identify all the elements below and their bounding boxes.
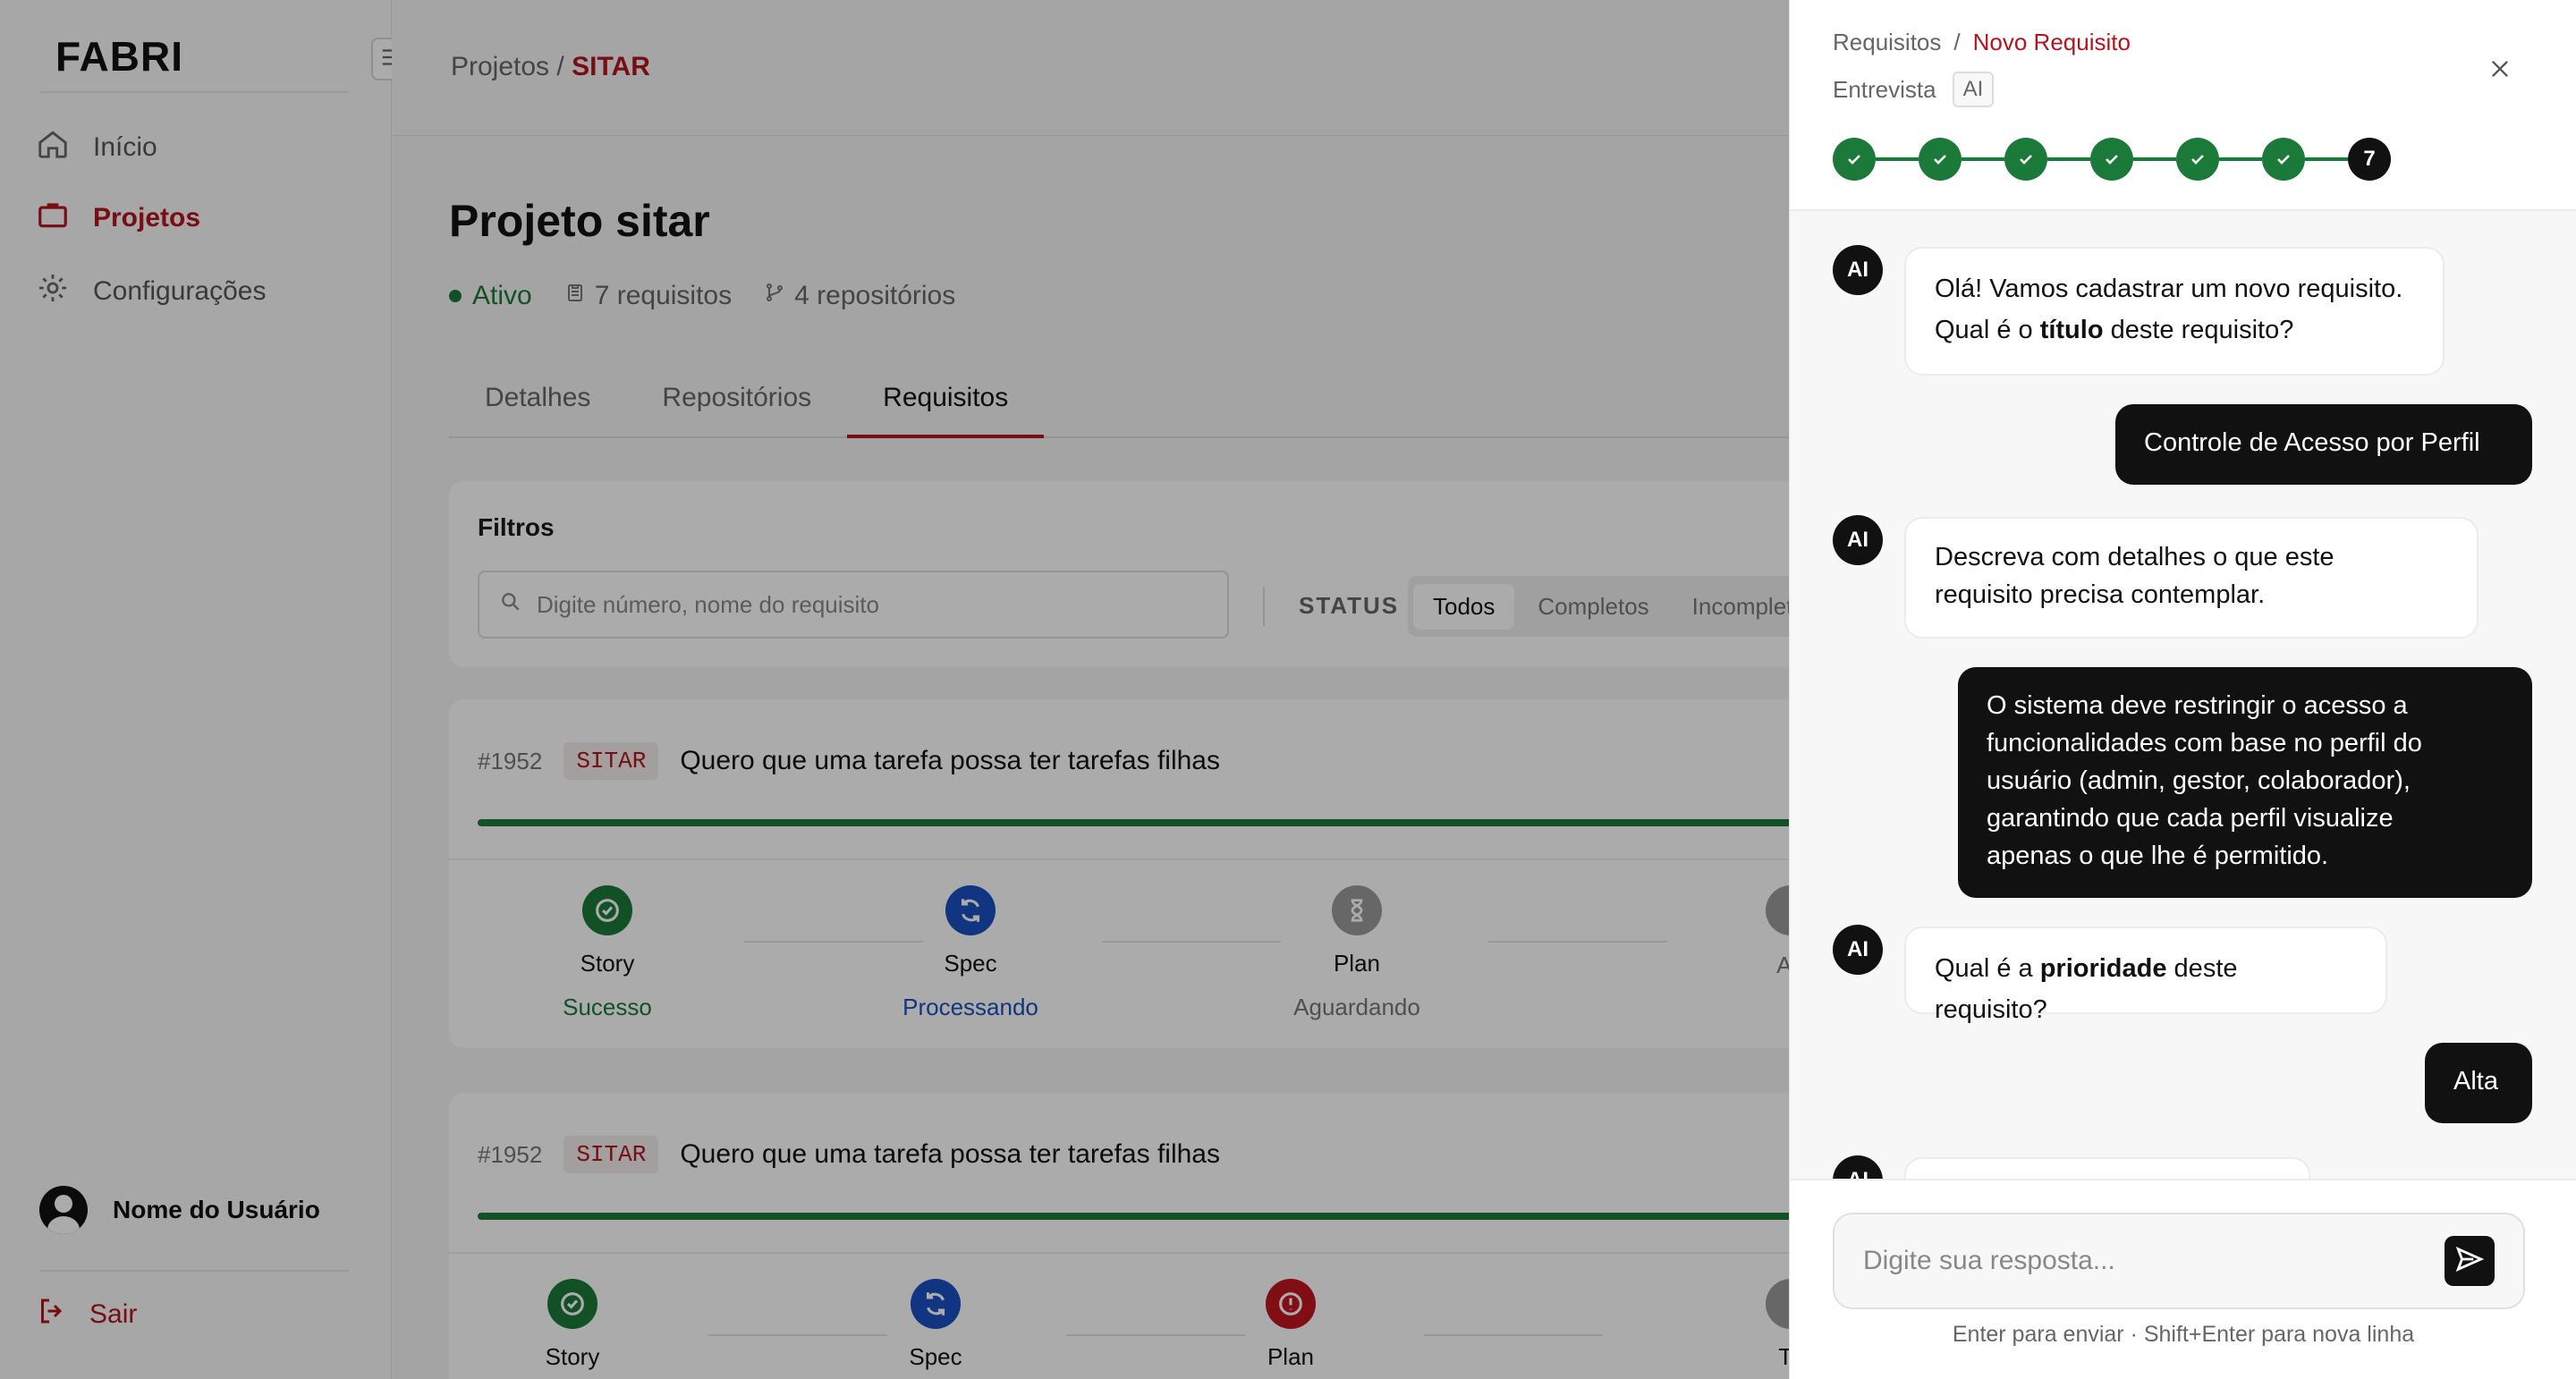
- message-line: funcionalidades com base no perfil do: [1987, 729, 2422, 757]
- ai-message: Descreva com detalhes o que este requisi…: [1904, 517, 2479, 639]
- user-message: Alta: [2425, 1043, 2532, 1123]
- message-line: apenas o que lhe é permitido.: [1987, 842, 2329, 870]
- close-icon: [2487, 50, 2512, 89]
- step-connector: [2133, 157, 2176, 161]
- message-line: Qual é a prioridade deste requisito?: [1935, 954, 2238, 1024]
- message-line: Qual é o título deste requisito?: [1935, 316, 2294, 344]
- message-line: usuário (admin, gestor, colaborador),: [1987, 766, 2411, 795]
- new-requirement-drawer: Requisitos / Novo Requisito Entrevista A…: [1789, 0, 2576, 1379]
- keyboard-hint: Enter para enviar · Shift+Enter para nov…: [1952, 1322, 2415, 1347]
- ai-avatar: AI: [1833, 925, 1883, 975]
- message-line: requisito precisa contemplar.: [1935, 580, 2266, 609]
- step-done-check-icon: [2004, 138, 2047, 181]
- step-connector: [1962, 157, 2004, 161]
- message-line: garantindo que cada perfil visualize: [1987, 804, 2394, 833]
- reply-placeholder: Digite sua resposta...: [1863, 1246, 2115, 1275]
- step-current: 7: [2348, 138, 2391, 181]
- step-connector: [1876, 157, 1919, 161]
- message-text: Controle de Acesso por Perfil: [2144, 428, 2480, 457]
- drawer-breadcrumb: Requisitos / Novo Requisito: [1833, 29, 2131, 56]
- step-connector: [2047, 157, 2090, 161]
- step-done-check-icon: [2176, 138, 2219, 181]
- message-text: Alta: [2453, 1067, 2498, 1096]
- step-done-check-icon: [2262, 138, 2305, 181]
- ai-avatar: AI: [1833, 515, 1883, 565]
- message-line: O sistema deve restringir o acesso a: [1987, 691, 2408, 720]
- modal-backdrop[interactable]: [0, 0, 1789, 1379]
- drawer-header: Requisitos / Novo Requisito Entrevista A…: [1790, 0, 2576, 211]
- ai-badge: AI: [1952, 72, 1995, 107]
- chat-thread: AI Olá! Vamos cadastrar um novo requisit…: [1790, 213, 2576, 1179]
- interview-label: Entrevista: [1833, 75, 1936, 103]
- user-message: O sistema deve restringir o acesso a fun…: [1958, 667, 2532, 898]
- breadcrumb-requisitos[interactable]: Requisitos: [1833, 29, 1941, 56]
- send-button[interactable]: [2445, 1236, 2495, 1286]
- step-connector: [2219, 157, 2262, 161]
- step-done-check-icon: [2090, 138, 2133, 181]
- close-button[interactable]: [2487, 50, 2512, 90]
- message-line: Olá! Vamos cadastrar um novo requisito.: [1935, 275, 2403, 303]
- ai-message: [1904, 1157, 2310, 1179]
- chat-composer: Digite sua resposta... Enter para enviar…: [1790, 1179, 2576, 1379]
- drawer-subtitle: Entrevista AI: [1833, 72, 1995, 107]
- send-icon: [2454, 1244, 2485, 1279]
- reply-input[interactable]: Digite sua resposta...: [1833, 1213, 2525, 1309]
- user-message: Controle de Acesso por Perfil: [2115, 404, 2532, 485]
- interview-stepper: 7: [1833, 138, 2391, 181]
- ai-avatar: AI: [1833, 1155, 1883, 1179]
- breadcrumb-current: Novo Requisito: [1972, 29, 2131, 55]
- ai-message: Qual é a prioridade deste requisito?: [1904, 926, 2387, 1024]
- step-done-check-icon: [1919, 138, 1962, 181]
- breadcrumb-separator: /: [1953, 29, 1961, 55]
- ai-message: Olá! Vamos cadastrar um novo requisito. …: [1904, 247, 2445, 376]
- step-done-check-icon: [1833, 138, 1876, 181]
- message-line: Descreva com detalhes o que este: [1935, 543, 2334, 571]
- step-connector: [2305, 157, 2348, 161]
- ai-avatar: AI: [1833, 245, 1883, 295]
